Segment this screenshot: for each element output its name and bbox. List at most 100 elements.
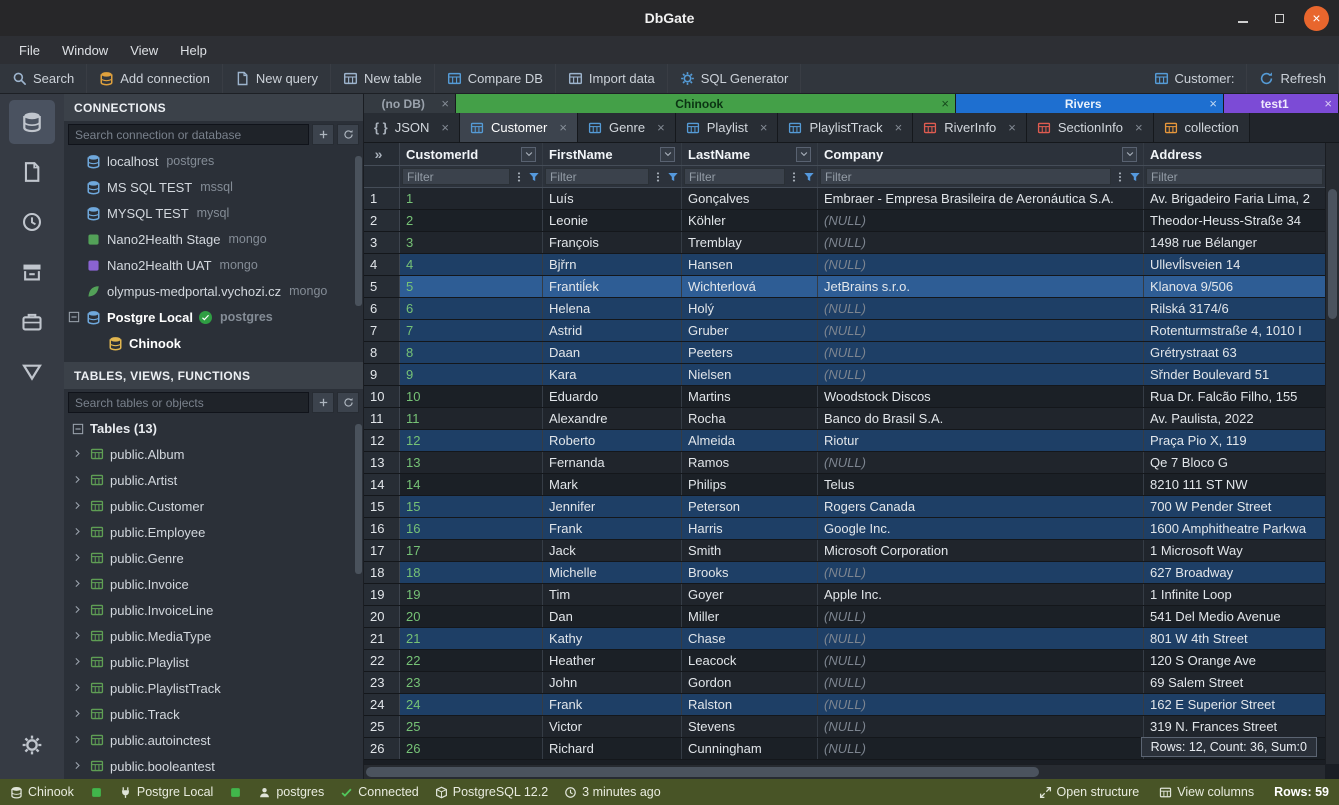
data-cell[interactable]: Microsoft Corporation bbox=[818, 540, 1144, 561]
rail-files-button[interactable] bbox=[9, 150, 55, 194]
status-rows-59[interactable]: Rows: 59 bbox=[1274, 785, 1329, 799]
row-number[interactable]: 24 bbox=[364, 694, 400, 715]
data-cell[interactable]: 24 bbox=[400, 694, 543, 715]
data-cell[interactable]: Hansen bbox=[682, 254, 818, 275]
chevron-right-icon[interactable] bbox=[72, 708, 83, 719]
status-chinook[interactable]: Chinook bbox=[10, 785, 74, 799]
table-row[interactable]: 2020DanMiller(NULL)541 Del Medio Avenue bbox=[364, 606, 1325, 628]
data-cell[interactable]: (NULL) bbox=[818, 716, 1144, 737]
data-cell[interactable]: Gordon bbox=[682, 672, 818, 693]
db-tab-chinook[interactable]: Chinook× bbox=[456, 94, 956, 113]
table-item-public-autoinctest[interactable]: public.autoinctest bbox=[64, 727, 363, 753]
data-cell[interactable]: (NULL) bbox=[818, 672, 1144, 693]
collapse-icon[interactable] bbox=[68, 311, 80, 323]
row-number[interactable]: 22 bbox=[364, 650, 400, 671]
status-open-structure[interactable]: Open structure bbox=[1039, 785, 1140, 799]
data-cell[interactable]: Woodstock Discos bbox=[818, 386, 1144, 407]
rail-archive-button[interactable] bbox=[9, 250, 55, 294]
data-cell[interactable]: Stevens bbox=[682, 716, 818, 737]
table-row[interactable]: 1818MichelleBrooks(NULL)627 Broadway bbox=[364, 562, 1325, 584]
data-cell[interactable]: Embraer - Empresa Brasileira de Aeronáut… bbox=[818, 188, 1144, 209]
row-number[interactable]: 2 bbox=[364, 210, 400, 231]
data-cell[interactable]: Riotur bbox=[818, 430, 1144, 451]
data-cell[interactable]: (NULL) bbox=[818, 342, 1144, 363]
close-icon[interactable]: × bbox=[895, 121, 903, 134]
table-row[interactable]: 55FrantiĺekWichterlováJetBrains s.r.o.Kl… bbox=[364, 276, 1325, 298]
column-menu-icon[interactable] bbox=[660, 147, 675, 162]
table-item-public-playlisttrack[interactable]: public.PlaylistTrack bbox=[64, 675, 363, 701]
status-postgresql-12-2[interactable]: PostgreSQL 12.2 bbox=[435, 785, 548, 799]
close-icon[interactable]: × bbox=[1135, 121, 1143, 134]
connection-nano2health-uat[interactable]: Nano2Health UATmongo bbox=[64, 252, 363, 278]
close-button[interactable]: × bbox=[1304, 6, 1329, 31]
data-cell[interactable]: Kara bbox=[543, 364, 682, 385]
data-cell[interactable]: Peeters bbox=[682, 342, 818, 363]
table-row[interactable]: 33FrançoisTremblay(NULL)1498 rue Bélange… bbox=[364, 232, 1325, 254]
connection-postgre-local[interactable]: Postgre Localpostgres bbox=[64, 304, 363, 330]
data-cell[interactable]: Tim bbox=[543, 584, 682, 605]
table-item-public-album[interactable]: public.Album bbox=[64, 441, 363, 467]
toolbar-new-table-button[interactable]: New table bbox=[331, 64, 435, 93]
chevron-right-icon[interactable] bbox=[72, 448, 83, 459]
table-row[interactable]: 1414MarkPhilipsTelus8210 111 ST NW bbox=[364, 474, 1325, 496]
table-row[interactable]: 2121KathyChase(NULL)801 W 4th Street bbox=[364, 628, 1325, 650]
tables-search-input[interactable] bbox=[68, 392, 309, 413]
column-header-lastname[interactable]: LastName bbox=[682, 143, 818, 165]
row-number[interactable]: 12 bbox=[364, 430, 400, 451]
table-row[interactable]: 66HelenaHolý(NULL)Rilská 3174/6 bbox=[364, 298, 1325, 320]
row-number[interactable]: 20 bbox=[364, 606, 400, 627]
rail-history-button[interactable] bbox=[9, 200, 55, 244]
data-cell[interactable]: Theodor-Heuss-Straße 34 bbox=[1144, 210, 1325, 231]
menu-window[interactable]: Window bbox=[51, 36, 119, 64]
tables-scrollbar[interactable] bbox=[355, 424, 362, 574]
data-cell[interactable]: (NULL) bbox=[818, 298, 1144, 319]
data-cell[interactable]: Cunningham bbox=[682, 738, 818, 759]
toolbar-refresh-button[interactable]: Refresh bbox=[1247, 64, 1339, 93]
data-cell[interactable]: (NULL) bbox=[818, 650, 1144, 671]
column-header-customerid[interactable]: CustomerId bbox=[400, 143, 543, 165]
row-number[interactable]: 9 bbox=[364, 364, 400, 385]
data-cell[interactable]: 1 Infinite Loop bbox=[1144, 584, 1325, 605]
filter-funnel-icon[interactable] bbox=[528, 171, 540, 183]
data-cell[interactable]: 13 bbox=[400, 452, 543, 473]
add-connection-mini-button[interactable] bbox=[312, 124, 334, 145]
data-cell[interactable]: 8210 111 ST NW bbox=[1144, 474, 1325, 495]
data-cell[interactable]: (NULL) bbox=[818, 320, 1144, 341]
row-number[interactable]: 8 bbox=[364, 342, 400, 363]
data-cell[interactable]: 25 bbox=[400, 716, 543, 737]
data-cell[interactable]: John bbox=[543, 672, 682, 693]
connection-chinook[interactable]: Chinook bbox=[64, 330, 363, 356]
table-item-public-artist[interactable]: public.Artist bbox=[64, 467, 363, 493]
data-cell[interactable]: Nielsen bbox=[682, 364, 818, 385]
close-icon[interactable]: × bbox=[441, 97, 449, 110]
table-row[interactable]: 1515JenniferPetersonRogers Canada700 W P… bbox=[364, 496, 1325, 518]
filter-funnel-icon[interactable] bbox=[803, 171, 815, 183]
data-cell[interactable]: (NULL) bbox=[818, 606, 1144, 627]
data-cell[interactable]: 9 bbox=[400, 364, 543, 385]
data-cell[interactable]: Roberto bbox=[543, 430, 682, 451]
row-number[interactable]: 15 bbox=[364, 496, 400, 517]
data-cell[interactable]: Rilská 3174/6 bbox=[1144, 298, 1325, 319]
data-cell[interactable]: Ralston bbox=[682, 694, 818, 715]
filter-input-firstname[interactable] bbox=[545, 168, 649, 185]
data-cell[interactable]: Frantiĺek bbox=[543, 276, 682, 297]
data-cell[interactable]: Gruber bbox=[682, 320, 818, 341]
data-cell[interactable]: Brooks bbox=[682, 562, 818, 583]
status-postgre-local[interactable]: Postgre Local bbox=[119, 785, 213, 799]
close-icon[interactable]: × bbox=[559, 121, 567, 134]
table-row[interactable]: 2525VictorStevens(NULL)319 N. Frances St… bbox=[364, 716, 1325, 738]
maximize-button[interactable] bbox=[1267, 6, 1292, 31]
tables-group-toggle[interactable]: Tables (13) bbox=[64, 416, 363, 441]
table-row[interactable]: 88DaanPeeters(NULL)Grétrystraat 63 bbox=[364, 342, 1325, 364]
table-item-public-invoice[interactable]: public.Invoice bbox=[64, 571, 363, 597]
data-cell[interactable]: (NULL) bbox=[818, 452, 1144, 473]
data-cell[interactable]: Smith bbox=[682, 540, 818, 561]
table-item-public-track[interactable]: public.Track bbox=[64, 701, 363, 727]
chevron-right-icon[interactable] bbox=[72, 526, 83, 537]
data-cell[interactable]: 26 bbox=[400, 738, 543, 759]
refresh-connections-button[interactable] bbox=[337, 124, 359, 145]
data-cell[interactable]: (NULL) bbox=[818, 738, 1144, 759]
close-icon[interactable]: × bbox=[1324, 97, 1332, 110]
data-cell[interactable]: 120 S Orange Ave bbox=[1144, 650, 1325, 671]
data-cell[interactable]: 700 W Pender Street bbox=[1144, 496, 1325, 517]
